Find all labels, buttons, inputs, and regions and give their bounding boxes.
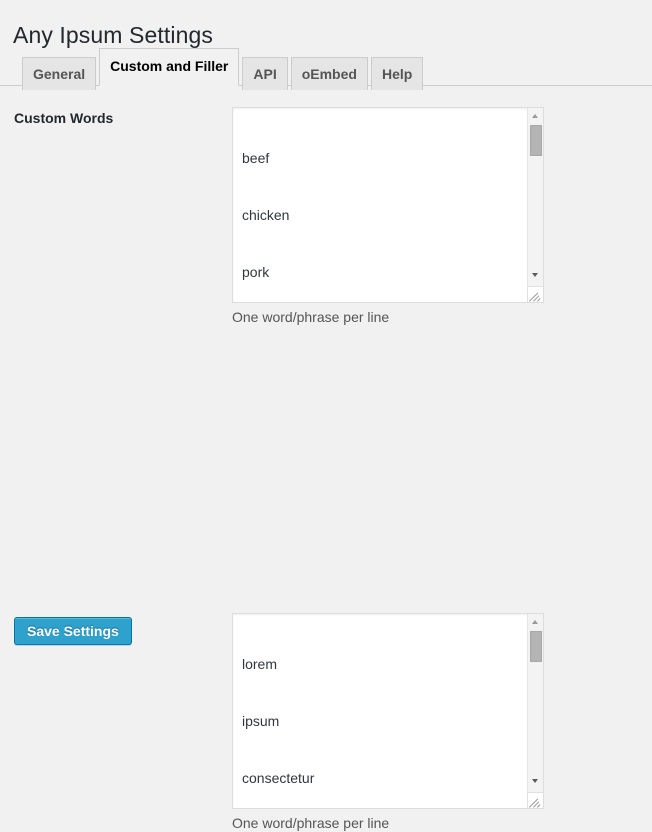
scrollbar-thumb[interactable] <box>530 631 542 662</box>
save-settings-button[interactable]: Save Settings <box>14 617 132 645</box>
scroll-up-arrow-icon[interactable] <box>528 615 543 629</box>
custom-words-textarea-content[interactable]: beef chicken pork bacon chuck short loin… <box>233 108 527 302</box>
tab-custom-and-filler[interactable]: Custom and Filler <box>99 48 239 86</box>
settings-tab-bar: GeneralCustom and FillerAPIoEmbedHelp <box>0 48 652 86</box>
help-custom-words: One word/phrase per line <box>232 308 544 326</box>
scroll-down-arrow-icon[interactable] <box>528 774 543 788</box>
filler-words-scrollbar[interactable] <box>527 614 543 808</box>
textarea-line: ipsum <box>242 712 527 731</box>
help-filler-words: One word/phrase per line <box>232 814 544 832</box>
filler-words-textarea[interactable]: lorem ipsum consectetur adipisicing elit… <box>232 613 544 809</box>
filler-words-textarea-content[interactable]: lorem ipsum consectetur adipisicing elit… <box>233 614 527 808</box>
scrollbar-thumb[interactable] <box>530 125 542 156</box>
textarea-line: chicken <box>242 206 527 225</box>
submit-area: Save Settings <box>14 617 132 645</box>
page-title: Any Ipsum Settings <box>13 21 213 50</box>
custom-words-scrollbar[interactable] <box>527 108 543 302</box>
form-row-filler-words: Filler Words lorem ipsum consectetur adi… <box>0 339 652 592</box>
resize-grip-icon[interactable] <box>527 286 543 302</box>
textarea-line: consectetur <box>242 769 527 788</box>
settings-form: Custom Words beef chicken pork bacon chu… <box>0 86 652 592</box>
field-custom-words: beef chicken pork bacon chuck short loin… <box>232 107 544 326</box>
form-row-custom-words: Custom Words beef chicken pork bacon chu… <box>0 86 652 339</box>
textarea-line: lorem <box>242 655 527 674</box>
custom-words-textarea[interactable]: beef chicken pork bacon chuck short loin… <box>232 107 544 303</box>
scroll-up-arrow-icon[interactable] <box>528 109 543 123</box>
field-filler-words: lorem ipsum consectetur adipisicing elit… <box>232 613 544 832</box>
label-custom-words: Custom Words <box>14 109 214 127</box>
resize-grip-icon[interactable] <box>527 792 543 808</box>
scroll-down-arrow-icon[interactable] <box>528 268 543 282</box>
textarea-line: pork <box>242 263 527 282</box>
textarea-line: beef <box>242 149 527 168</box>
